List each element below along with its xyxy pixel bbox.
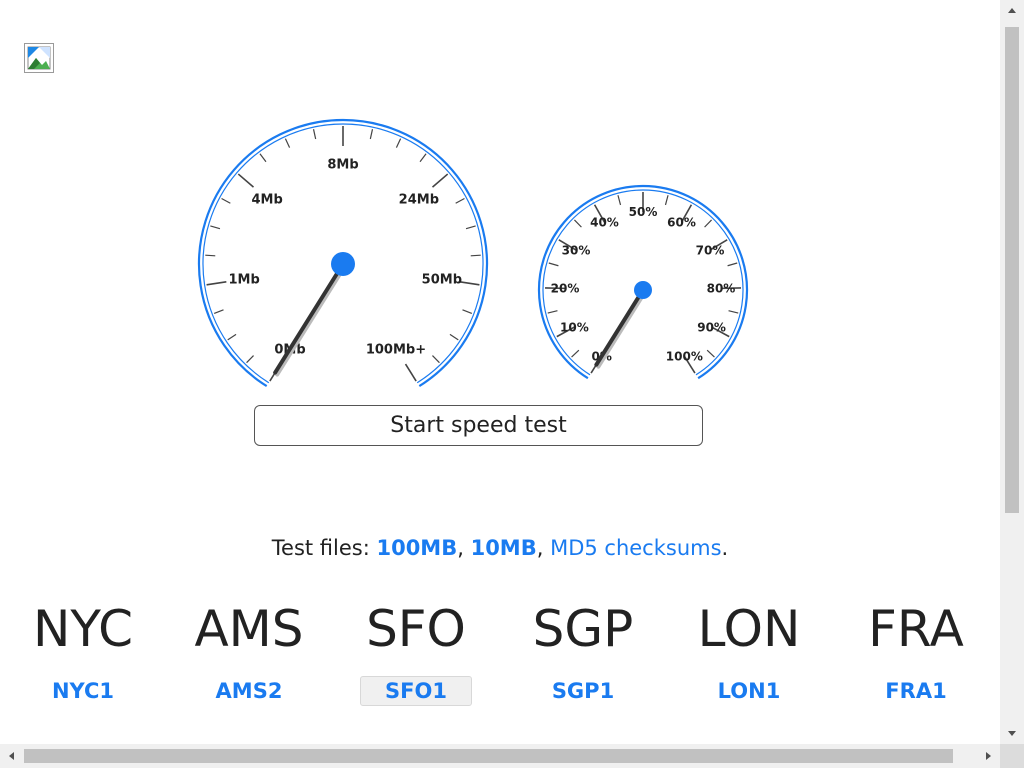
gauge-minor-tick (228, 334, 236, 339)
gauge-minor-tick (260, 154, 266, 162)
region-code: NYC (0, 600, 166, 658)
scroll-right-arrow-icon[interactable] (976, 744, 1000, 768)
gauge-minor-tick (548, 311, 558, 313)
region-nyc: NYC NYC1 (0, 600, 166, 706)
test-files-line: Test files: 100MB, 10MB, MD5 checksums. (0, 536, 1000, 560)
gauge-hub (634, 281, 652, 299)
region-code: SGP (500, 600, 666, 658)
gauge-minor-tick (247, 356, 254, 363)
vertical-scrollbar[interactable] (1000, 0, 1024, 744)
region-ams: AMS AMS2 (166, 600, 332, 706)
gauge-minor-tick (618, 195, 621, 205)
gauge-label: 80% (707, 282, 736, 296)
test-files-suffix: . (722, 536, 729, 560)
gauge-minor-tick (314, 129, 316, 139)
region-code: SFO (333, 600, 499, 658)
gauge-label: 20% (551, 282, 580, 296)
progress-gauge: 0%10%20%30%40%50%60%70%80%90%100% (539, 186, 747, 378)
gauge-needle (275, 264, 343, 373)
gauge-minor-tick (728, 263, 738, 266)
test-file-100mb-link[interactable]: 100MB (376, 536, 457, 560)
datacenter-sfo1-link[interactable]: SFO1 (360, 676, 472, 706)
gauge-label: 50% (629, 205, 658, 219)
gauge-label: 100% (666, 349, 703, 363)
gauge-minor-tick (396, 139, 400, 148)
md5-checksums-link[interactable]: MD5 checksums (550, 536, 721, 560)
test-file-10mb-link[interactable]: 10MB (471, 536, 537, 560)
speed-gauge: 0Mb1Mb4Mb8Mb24Mb50Mb100Mb+ (199, 120, 487, 386)
datacenter-sgp1-link[interactable]: SGP1 (527, 676, 639, 706)
region-code: LON (666, 600, 832, 658)
gauge-minor-tick (210, 226, 220, 229)
scrollbar-corner (1000, 744, 1024, 768)
gauge-minor-tick (214, 310, 223, 314)
gauge-label: 60% (667, 215, 696, 229)
gauge-label: 30% (562, 243, 591, 257)
gauge-major-tick (460, 282, 480, 285)
region-lon: LON LON1 (666, 600, 832, 706)
gauge-minor-tick (205, 255, 215, 256)
gauge-label: 50Mb (422, 273, 462, 288)
test-files-separator: , (537, 536, 550, 560)
datacenter-fra1-link[interactable]: FRA1 (860, 676, 971, 706)
gauge-minor-tick (432, 356, 439, 363)
gauge-minor-tick (456, 199, 465, 204)
gauge-minor-tick (572, 350, 579, 357)
gauge-needle (596, 290, 643, 365)
gauge-minor-tick (285, 139, 289, 148)
region-code: AMS (166, 600, 332, 658)
gauge-minor-tick (665, 195, 668, 205)
gauge-minor-tick (707, 350, 714, 357)
gauge-minor-tick (462, 310, 471, 314)
gauge-minor-tick (466, 226, 476, 229)
region-sfo: SFO SFO1 (333, 600, 499, 706)
gauge-label: 1Mb (228, 273, 259, 288)
gauge-label: 8Mb (327, 158, 358, 173)
gauge-minor-tick (705, 220, 712, 227)
gauge-major-tick (238, 174, 253, 187)
gauge-major-tick (207, 282, 227, 285)
gauge-minor-tick (222, 199, 231, 204)
gauge-label: 70% (696, 243, 725, 257)
gauge-minor-tick (549, 263, 559, 266)
gauge-label: 90% (697, 320, 726, 334)
scroll-up-arrow-icon[interactable] (1000, 0, 1024, 20)
gauge-minor-tick (574, 220, 581, 227)
datacenter-ams2-link[interactable]: AMS2 (191, 676, 308, 706)
gauge-hub (331, 252, 355, 276)
region-sgp: SGP SGP1 (500, 600, 666, 706)
test-files-separator: , (457, 536, 470, 560)
gauges: 0Mb1Mb4Mb8Mb24Mb50Mb100Mb+ 0%10%20%30%40… (0, 0, 1000, 460)
gauge-minor-tick (729, 311, 739, 313)
gauge-label: 40% (590, 215, 619, 229)
gauge-label: 10% (560, 320, 589, 334)
gauge-label: 24Mb (399, 192, 439, 207)
gauge-label: 4Mb (252, 192, 283, 207)
scroll-left-arrow-icon[interactable] (0, 744, 24, 768)
region-code: FRA (833, 600, 999, 658)
horizontal-scrollbar[interactable] (0, 744, 1000, 768)
datacenter-nyc1-link[interactable]: NYC1 (27, 676, 139, 706)
gauge-needle-shadow (598, 292, 645, 367)
datacenter-lon1-link[interactable]: LON1 (693, 676, 806, 706)
gauge-minor-tick (471, 255, 481, 256)
scroll-down-arrow-icon[interactable] (1000, 724, 1024, 744)
vertical-scroll-thumb[interactable] (1005, 27, 1019, 513)
gauge-minor-tick (450, 334, 458, 339)
gauge-minor-tick (370, 129, 372, 139)
gauge-major-tick (433, 174, 448, 187)
region-fra: FRA FRA1 (833, 600, 999, 706)
gauge-major-tick (406, 364, 417, 381)
gauge-needle-shadow (277, 266, 345, 375)
horizontal-scroll-thumb[interactable] (24, 749, 953, 763)
start-speed-test-button[interactable]: Start speed test (254, 405, 703, 446)
test-files-prefix: Test files: (272, 536, 377, 560)
gauge-minor-tick (420, 154, 426, 162)
gauge-label: 100Mb+ (366, 342, 426, 357)
